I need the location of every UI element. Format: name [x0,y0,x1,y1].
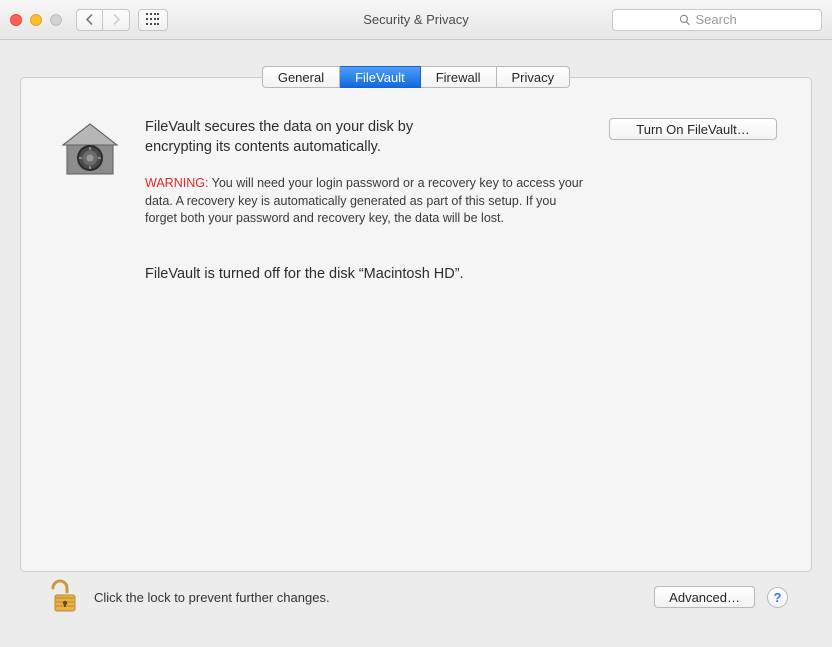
lock-text: Click the lock to prevent further change… [94,590,330,605]
titlebar: Security & Privacy [0,0,832,40]
page-body: General FileVault Firewall Privacy [0,40,832,626]
footer: Click the lock to prevent further change… [20,572,812,616]
show-all-button[interactable] [138,9,168,31]
warning-text: You will need your login password or a r… [145,176,583,225]
zoom-window-button [50,14,62,26]
warning-label: WARNING: [145,176,208,190]
filevault-pane: FileVault secures the data on your disk … [20,77,812,572]
tab-filevault[interactable]: FileVault [340,66,421,88]
search-icon [679,14,691,26]
search-field[interactable] [612,9,822,31]
tab-privacy[interactable]: Privacy [497,66,571,88]
filevault-description: FileVault secures the data on your disk … [145,118,465,157]
tab-general[interactable]: General [262,66,340,88]
filevault-status: FileVault is turned off for the disk “Ma… [145,266,589,282]
forward-button [103,9,130,31]
window-title: Security & Privacy [363,12,468,27]
back-button[interactable] [76,9,103,31]
minimize-window-button[interactable] [30,14,42,26]
filevault-warning: WARNING: You will need your login passwo… [145,175,589,228]
search-input[interactable] [696,12,756,27]
turn-on-filevault-button[interactable]: Turn On FileVault… [609,118,777,140]
nav-buttons [76,9,130,31]
window-controls [10,14,62,26]
grid-icon [146,13,160,27]
help-button[interactable]: ? [767,587,788,608]
lock-icon[interactable] [44,578,82,616]
filevault-icon [55,118,125,188]
close-window-button[interactable] [10,14,22,26]
advanced-button[interactable]: Advanced… [654,586,755,608]
tab-firewall[interactable]: Firewall [421,66,497,88]
tabs: General FileVault Firewall Privacy [20,66,812,88]
